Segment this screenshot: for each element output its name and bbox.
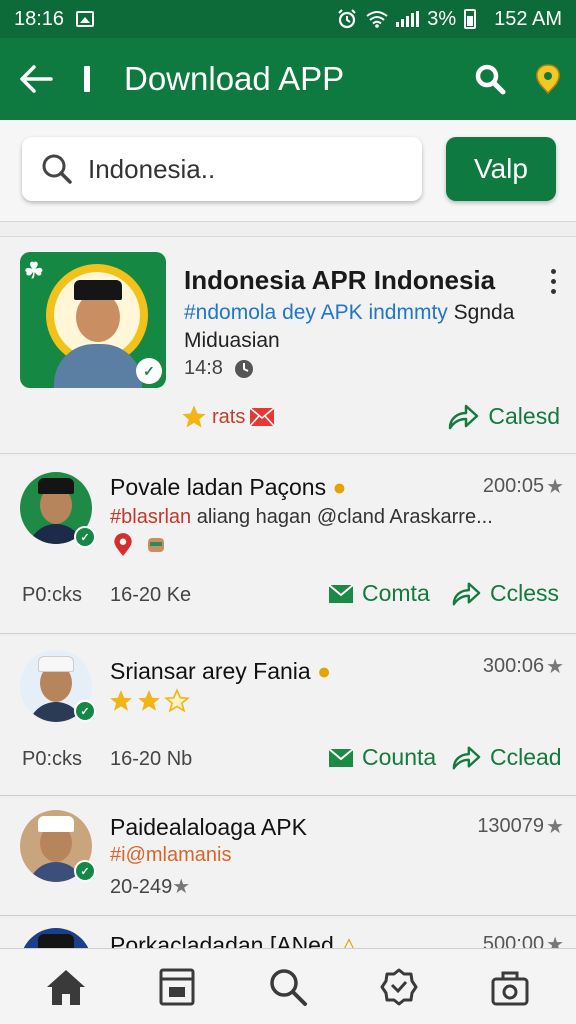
list-item[interactable]: ✓ Povale ladan Paçons ● 200:05 ★ #blasrla… <box>0 456 576 634</box>
item-title: Sriansar arey Fania ● <box>110 658 331 684</box>
item-meta-label: P0:cks <box>22 748 83 770</box>
nav-camera[interactable] <box>470 957 550 1017</box>
mail-icon <box>328 747 354 767</box>
item-title: Povale ladan Paçons ● <box>110 474 347 500</box>
badge-icon <box>536 64 560 95</box>
nav-calendar[interactable] <box>137 957 217 1017</box>
star-small-icon: ★ <box>546 476 564 498</box>
item-time: 300:06 ★ <box>482 655 564 678</box>
nav-search[interactable] <box>248 957 328 1017</box>
mail-icon <box>328 583 354 603</box>
share-arrow-icon <box>452 582 481 606</box>
search-icon <box>270 968 307 1006</box>
item-title: Paidealaloaga APK <box>110 814 307 840</box>
item-meta-value: 16-20 Nb <box>110 748 193 770</box>
item-hashtag[interactable]: #i@mlamanis <box>110 844 231 866</box>
title-divider <box>84 66 90 92</box>
star-half-icon <box>164 688 190 713</box>
featured-time: 14:8 <box>184 357 255 380</box>
image-icon <box>76 11 95 27</box>
search-box[interactable] <box>22 137 422 201</box>
mail-icon <box>249 407 275 427</box>
share-arrow-icon <box>452 746 481 770</box>
back-button[interactable] <box>0 38 72 120</box>
wifi-icon <box>366 11 388 28</box>
share-button[interactable]: Cclead <box>450 742 562 772</box>
status-bar: 18:16 3% 152 AM <box>0 0 576 38</box>
star-icon <box>182 405 206 428</box>
star-icon <box>138 690 160 711</box>
featured-time-value: 14:8 <box>184 357 223 379</box>
item-meta-value: 16-20 Ke <box>110 584 192 606</box>
star-small-icon: ★ <box>172 876 191 898</box>
featured-rating-label: rats <box>212 405 246 428</box>
list-item[interactable]: ✓ Paidealaloaga APK 130079 ★ #i@mlamanis … <box>0 798 576 916</box>
battery-icon <box>464 9 477 29</box>
battery-percent: 3% <box>427 7 457 30</box>
more-options-icon[interactable] <box>548 269 558 294</box>
back-arrow-icon <box>20 65 53 93</box>
list-item[interactable]: ✓ Sriansar arey Fania ● 300:06 ★ P0:cks 1… <box>0 636 576 796</box>
nav-home[interactable] <box>26 957 106 1017</box>
featured-app-description: #ndomola dey APK indmmty Sgnda Miduasian <box>184 299 554 355</box>
shield-icon <box>380 968 418 1005</box>
featured-app-name: Indonesia APR Indonesia <box>184 265 496 295</box>
nav-verified[interactable] <box>359 957 439 1017</box>
home-icon <box>46 969 85 1005</box>
star-small-icon: ★ <box>546 656 564 678</box>
share-button[interactable]: Ccless <box>450 578 559 608</box>
item-reactions <box>110 532 168 558</box>
search-icon <box>475 64 506 95</box>
page-title: Download APP <box>124 60 345 97</box>
logo-badge-icon: ✓ <box>136 358 162 384</box>
comment-button[interactable]: Counta <box>328 744 436 771</box>
item-meta-label: P0:cks <box>22 584 83 606</box>
drop-icon: ● <box>317 658 331 684</box>
status-time: 18:16 <box>14 7 65 30</box>
clock-icon <box>234 359 253 378</box>
logo-glyph-icon: ☘ <box>24 258 44 283</box>
featured-action-button[interactable]: Calesd <box>446 400 560 432</box>
star-small-icon: ★ <box>546 816 564 838</box>
verified-badge-icon: ✓ <box>74 526 96 548</box>
featured-app-logo: ☘ ✓ <box>20 252 166 388</box>
item-hashtag[interactable]: #blasrlan <box>110 506 191 528</box>
alarm-icon <box>338 9 356 29</box>
verified-badge-icon: ✓ <box>74 860 96 882</box>
search-submit-button[interactable]: Valp <box>446 137 556 201</box>
search-icon <box>42 154 72 184</box>
item-subtitle: #blasrlan aliang hagan @cland Araskarre.… <box>110 506 493 528</box>
pin-icon <box>114 533 132 556</box>
search-button[interactable] <box>460 62 520 96</box>
item-meta-value: 20-249★ <box>110 876 191 898</box>
search-section: Valp <box>0 120 576 222</box>
share-arrow-icon <box>449 404 479 430</box>
item-stars <box>108 688 190 714</box>
status-clock: 152 AM <box>494 7 562 30</box>
item-subtitle: #i@mlamanis <box>110 844 231 867</box>
item-time: 130079 ★ <box>477 815 564 838</box>
verified-badge-icon: ✓ <box>74 700 96 722</box>
star-icon <box>110 690 132 711</box>
badge-button[interactable] <box>520 62 576 96</box>
fist-icon <box>148 538 164 552</box>
calendar-icon <box>159 968 195 1005</box>
search-input[interactable] <box>88 153 408 185</box>
bottom-nav <box>0 948 576 1024</box>
signal-icon <box>396 11 420 27</box>
app-bar: Download APP <box>0 38 576 120</box>
featured-rating: rats <box>180 403 275 431</box>
featured-action-label: Calesd <box>488 402 560 429</box>
featured-hashtag[interactable]: #ndomola dey APK indmmty <box>184 301 448 324</box>
featured-app-card[interactable]: ☘ ✓ Indonesia APR Indonesia #ndomola dey… <box>0 236 576 454</box>
comment-button[interactable]: Comta <box>328 580 430 607</box>
item-time: 200:05 ★ <box>482 475 564 498</box>
camera-icon <box>491 971 529 1005</box>
drop-icon: ● <box>332 474 347 500</box>
